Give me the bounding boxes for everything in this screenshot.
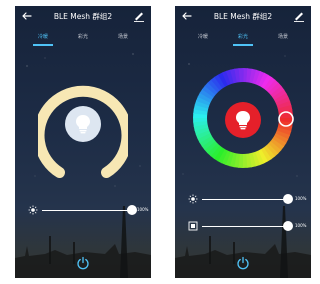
saturation-track[interactable] <box>202 225 288 227</box>
saturation-knob[interactable] <box>283 221 293 231</box>
active-tab-indicator <box>33 44 53 46</box>
saturation-value: 100% <box>295 223 307 228</box>
active-tab-indicator <box>233 44 253 46</box>
app-header: BLE Mesh 群组2 <box>175 6 311 28</box>
edit-icon[interactable] <box>292 9 306 23</box>
brightness-track[interactable] <box>202 198 288 200</box>
sun-icon <box>188 194 198 204</box>
bulb-icon <box>76 115 90 134</box>
page-title: BLE Mesh 群组2 <box>53 12 113 21</box>
sun-icon <box>28 205 38 215</box>
back-icon[interactable] <box>20 9 34 23</box>
power-icon[interactable] <box>76 256 90 270</box>
bulb-toggle[interactable] <box>65 106 101 142</box>
tab-color[interactable]: 彩光 <box>228 33 258 41</box>
page-title: BLE Mesh 群组2 <box>213 12 273 21</box>
tab-white[interactable]: 冷暖 <box>28 33 58 41</box>
brightness-knob[interactable] <box>127 205 137 215</box>
tab-white[interactable]: 冷暖 <box>188 33 218 41</box>
brightness-slider[interactable]: 100% <box>175 194 311 206</box>
phone-screen-white-mode: BLE Mesh 群组2 冷暖 彩光 场景 100% <box>15 6 151 278</box>
brightness-value: 100% <box>295 196 307 201</box>
brightness-value: 100% <box>137 207 149 212</box>
brightness-knob[interactable] <box>283 194 293 204</box>
tab-scene[interactable]: 场景 <box>108 33 138 41</box>
edit-icon[interactable] <box>132 9 146 23</box>
tab-scene[interactable]: 场景 <box>268 33 298 41</box>
brightness-track[interactable] <box>42 209 132 211</box>
bulb-toggle[interactable] <box>225 102 261 138</box>
phone-screen-color-mode: BLE Mesh 群组2 冷暖 彩光 场景 100% 100% <box>175 6 311 278</box>
saturation-slider[interactable]: 100% <box>175 221 311 233</box>
bulb-icon <box>236 111 250 130</box>
brightness-slider[interactable]: 100% <box>15 205 151 217</box>
saturation-icon <box>188 221 198 231</box>
tab-color[interactable]: 彩光 <box>68 33 98 41</box>
mode-tabs: 冷暖 彩光 场景 <box>15 33 151 47</box>
power-icon[interactable] <box>236 256 250 270</box>
mode-tabs: 冷暖 彩光 场景 <box>175 33 311 47</box>
back-icon[interactable] <box>180 9 194 23</box>
app-header: BLE Mesh 群组2 <box>15 6 151 28</box>
